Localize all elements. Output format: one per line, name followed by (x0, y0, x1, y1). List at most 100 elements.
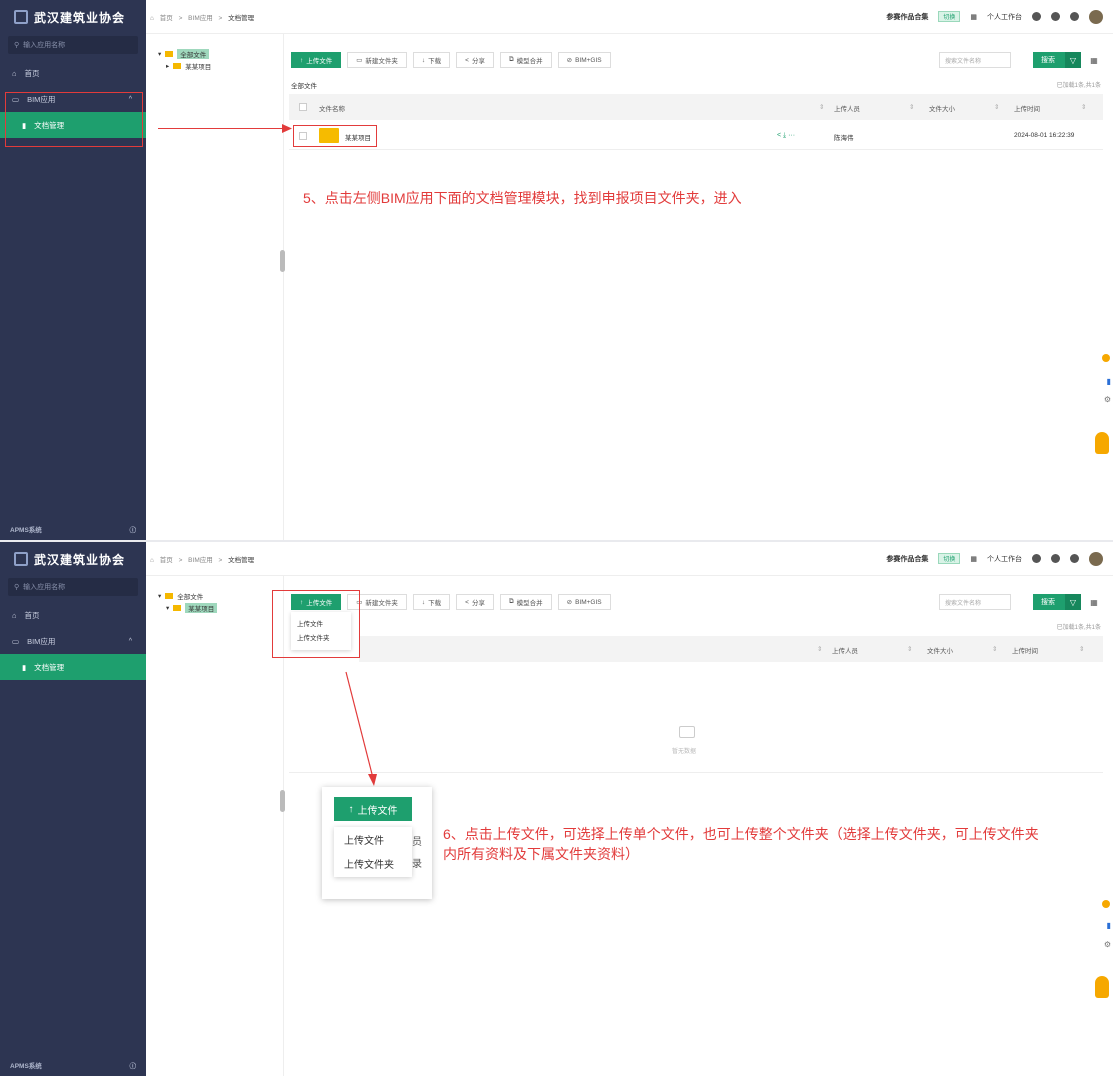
upload-button-zoomed[interactable]: ↑ 上传文件 (334, 797, 412, 821)
workspace-link[interactable]: 个人工作台 (987, 554, 1022, 564)
side-tool-icon[interactable]: ▮ (1107, 921, 1111, 930)
col-uploader-header[interactable]: 上传人员 (832, 645, 858, 655)
app-search-input[interactable]: ⚲ 输入应用名称 (8, 578, 138, 596)
mascot-icon[interactable] (1095, 976, 1109, 998)
avatar[interactable] (1089, 551, 1103, 566)
breadcrumb-bim[interactable]: BIM应用 (188, 557, 213, 564)
breadcrumb-home[interactable]: 首页 (160, 15, 173, 22)
upload-dropdown-zoomed: 上传文件 上传文件夹 (334, 827, 412, 877)
upload-button[interactable]: ↑ 上传文件 (291, 52, 342, 68)
bim-gis-button[interactable]: ⊘ BIM+GIS (557, 594, 611, 610)
gear-icon[interactable] (1070, 12, 1079, 21)
download-button[interactable]: ↓ 下载 (412, 52, 451, 68)
side-tool-icon[interactable]: ▮ (1107, 377, 1111, 386)
arrow-up-icon: ↑ (348, 803, 354, 815)
new-folder-button[interactable]: ▭ 新建文件夹 (347, 52, 407, 68)
side-setting-icon[interactable]: ⚙ (1104, 395, 1111, 404)
sort-icon[interactable]: ⇕ (909, 103, 914, 111)
sort-icon[interactable]: ⇕ (907, 645, 912, 653)
side-setting-icon[interactable]: ⚙ (1104, 940, 1111, 949)
view-toggle-icon[interactable]: ▦ (1087, 594, 1101, 610)
download-icon[interactable]: ⤓ (783, 132, 786, 139)
sidebar-item-home[interactable]: ⌂ 首页 (0, 60, 146, 86)
caret-down-icon: ▾ (158, 51, 162, 58)
tree-item-root-label: 全部文件 (177, 594, 204, 601)
app-logo[interactable]: 武汉建筑业协会 (0, 0, 146, 34)
col-name-header[interactable]: 文件名称 (319, 103, 345, 113)
upload-button-zoomed-label: 上传文件 (357, 805, 398, 817)
sidebar-item-home[interactable]: ⌂ 首页 (0, 602, 146, 628)
mascot-icon[interactable] (1095, 432, 1109, 454)
breadcrumb-doc: 文档管理 (228, 14, 255, 22)
share-icon: < (465, 56, 469, 64)
bell-icon[interactable] (1032, 12, 1041, 21)
sort-icon[interactable]: ⇕ (817, 645, 822, 653)
merge-icon: ⧉ (508, 56, 514, 63)
folder-plus-icon: ▭ (356, 57, 363, 64)
highlight-upload-menu (272, 590, 360, 658)
sort-icon[interactable]: ⇕ (994, 103, 999, 111)
sidebar-item-bim[interactable]: ▭ BIM应用 ^ (0, 628, 146, 654)
upload-button-label: 上传文件 (306, 58, 333, 65)
breadcrumb-bim[interactable]: BIM应用 (188, 15, 213, 22)
bell-icon[interactable] (1032, 554, 1041, 563)
filter-icon[interactable]: ▽ (1065, 594, 1081, 610)
help-icon[interactable] (1051, 12, 1060, 21)
merge-button[interactable]: ⧉ 模型合并 (499, 52, 552, 68)
file-search-input[interactable]: 搜索文件名称 (939, 594, 1011, 610)
filter-icon[interactable]: ▽ (1065, 52, 1081, 68)
tree-item-project[interactable]: ▸ 某某项目 (158, 60, 283, 72)
download-button[interactable]: ↓ 下载 (412, 594, 451, 610)
sort-icon[interactable]: ⇕ (992, 645, 997, 653)
view-toggle-icon[interactable]: ▦ (1087, 52, 1101, 68)
header-checkbox[interactable] (299, 103, 307, 113)
breadcrumb-home[interactable]: 首页 (160, 557, 173, 564)
file-uploader: 陈海伟 (834, 135, 854, 142)
search-icon: ⚲ (14, 42, 20, 49)
switch-badge[interactable]: 切换 (938, 11, 961, 22)
col-uploader-header[interactable]: 上传人员 (834, 103, 860, 113)
share-button[interactable]: < 分享 (456, 594, 494, 610)
orange-dot-icon (1102, 354, 1110, 362)
col-size-header[interactable]: 文件大小 (929, 103, 955, 113)
app-search-input[interactable]: ⚲ 输入应用名称 (8, 36, 138, 54)
screenshot-step6: 武汉建筑业协会 ⚲ 输入应用名称 ⌂ 首页 ▭ BIM应用 ^ ▮ 文档管理 APMS系统… (0, 542, 1113, 1076)
collapse-menu-icon[interactable]: ⓘ (130, 524, 137, 534)
collection-label[interactable]: 参赛作品合集 (886, 554, 928, 564)
workspace-link[interactable]: 个人工作台 (987, 12, 1022, 22)
avatar[interactable] (1089, 9, 1103, 24)
col-time-header[interactable]: 上传时间 (1012, 645, 1038, 655)
share-icon[interactable]: < (777, 132, 781, 139)
share-button-label: 分享 (471, 58, 485, 65)
sort-icon[interactable]: ⇕ (819, 103, 824, 111)
collapse-menu-icon[interactable]: ⓘ (130, 1060, 137, 1070)
sort-icon[interactable]: ⇕ (1081, 103, 1086, 111)
download-button-label: 下载 (428, 600, 442, 607)
help-icon[interactable] (1051, 554, 1060, 563)
col-size-header[interactable]: 文件大小 (927, 645, 953, 655)
tree-item-project[interactable]: ▾ 某某项目 (158, 602, 283, 614)
panel-collapse-handle[interactable] (280, 790, 285, 812)
cropped-text: 员 (412, 837, 422, 848)
bim-gis-button[interactable]: ⊘ BIM+GIS (557, 52, 611, 68)
tree-item-root[interactable]: ▾ 全部文件 (158, 590, 283, 602)
more-icon[interactable]: ··· (788, 132, 795, 139)
panel-collapse-handle[interactable] (280, 250, 285, 272)
app-logo[interactable]: 武汉建筑业协会 (0, 542, 146, 576)
folder-icon (165, 593, 174, 599)
sidebar-item-doc[interactable]: ▮ 文档管理 (0, 654, 146, 680)
tree-item-root[interactable]: ▾ 全部文件 (158, 48, 283, 60)
upload-file-option[interactable]: 上传文件 (334, 827, 412, 851)
upload-folder-option[interactable]: 上传文件夹 (334, 851, 412, 875)
file-search-input[interactable]: 搜索文件名称 (939, 52, 1011, 68)
share-button[interactable]: < 分享 (456, 52, 494, 68)
gear-icon[interactable] (1070, 554, 1079, 563)
breadcrumb-separator: > (178, 556, 183, 564)
table-row[interactable]: 某某项目 < ⤓ ··· 陈海伟 2024-08-01 16:22:39 (289, 122, 1103, 150)
col-time-header[interactable]: 上传时间 (1014, 103, 1040, 113)
sort-icon[interactable]: ⇕ (1079, 645, 1084, 653)
app-title: 武汉建筑业协会 (34, 552, 126, 567)
switch-badge[interactable]: 切换 (938, 553, 961, 564)
collection-label[interactable]: 参赛作品合集 (886, 12, 928, 22)
merge-button[interactable]: ⧉ 模型合并 (499, 594, 552, 610)
